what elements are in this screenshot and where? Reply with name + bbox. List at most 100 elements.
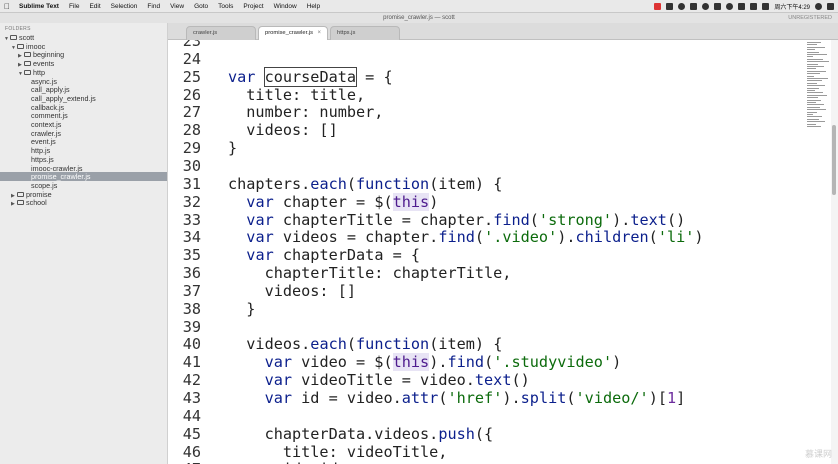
menu-goto[interactable]: Goto: [189, 3, 213, 10]
line-number: 40: [182, 335, 201, 354]
tree-file[interactable]: https.js: [0, 155, 167, 164]
menu-app-name[interactable]: Sublime Text: [14, 3, 64, 10]
minimap-line: [807, 116, 822, 118]
tree-file[interactable]: call_apply_extend.js: [0, 94, 167, 103]
minimap-line: [807, 118, 819, 120]
minimap-line: [807, 121, 825, 123]
code-editor[interactable]: 23 24 25 var courseData = {26 title: title,…: [168, 40, 799, 464]
tree-item-label: crawler.js: [31, 128, 61, 138]
registration-status: UNREGISTERED: [788, 15, 832, 21]
minimap-line: [807, 66, 824, 67]
close-icon[interactable]: ×: [317, 30, 321, 36]
tree-file[interactable]: promise_crawler.js: [0, 172, 167, 182]
line-number: 31: [182, 174, 201, 193]
tree-file[interactable]: call_apply.js: [0, 85, 167, 94]
minimap-line: [807, 75, 814, 77]
minimap-line: [807, 56, 813, 58]
scrollbar-thumb[interactable]: [832, 125, 836, 195]
menu-view[interactable]: View: [165, 3, 189, 10]
tree-file[interactable]: callback.js: [0, 103, 167, 112]
menu-project[interactable]: Project: [238, 3, 268, 10]
search-icon[interactable]: [815, 3, 822, 10]
tree-file[interactable]: comment.js: [0, 111, 167, 120]
folder-icon: [17, 191, 24, 197]
tree-item-label: https.js: [31, 154, 54, 164]
record-icon[interactable]: [654, 3, 662, 10]
line-number: 36: [182, 264, 201, 283]
battery-icon[interactable]: [750, 3, 758, 10]
volume-icon[interactable]: [738, 3, 746, 10]
tab-label: crawler.js: [193, 30, 218, 36]
menu-find[interactable]: Find: [142, 3, 165, 10]
line-number: 45: [182, 424, 201, 443]
minimap-line: [807, 82, 817, 84]
minimap[interactable]: [799, 40, 831, 130]
code-text: title: videoTitle,: [228, 442, 448, 461]
line-number: 27: [182, 103, 201, 122]
minimap-line: [807, 114, 813, 115]
code-text: id: id: [228, 460, 338, 464]
minimap-line: [807, 61, 829, 63]
tab-crawler[interactable]: crawler.js: [186, 26, 256, 40]
minimap-line: [807, 46, 825, 48]
tree-folder[interactable]: ▶ promise: [0, 190, 167, 199]
minimap-line: [807, 109, 826, 111]
line-number: 41: [182, 353, 201, 372]
menu-window[interactable]: Window: [269, 3, 302, 10]
clock[interactable]: 周六下午4:29: [774, 2, 810, 11]
menu-tools[interactable]: Tools: [213, 3, 238, 10]
apple-icon[interactable]: : [0, 2, 14, 11]
code-text: chapterData.videos.push({: [228, 424, 494, 443]
menu-edit[interactable]: Edit: [84, 3, 105, 10]
code-text: }: [228, 139, 238, 158]
folders-label: FOLDERS: [5, 26, 31, 32]
tree-folder[interactable]: ▼ http: [0, 68, 167, 77]
tree-file[interactable]: async.js: [0, 77, 167, 86]
tree-file[interactable]: crawler.js: [0, 129, 167, 138]
qq-icon[interactable]: [666, 3, 674, 10]
tree-file[interactable]: imooc-crawler.js: [0, 164, 167, 173]
tree-file[interactable]: context.js: [0, 120, 167, 129]
tree-file[interactable]: event.js: [0, 137, 167, 146]
tree-folder[interactable]: ▼ scott: [0, 33, 167, 42]
line-number: 23: [182, 40, 201, 50]
tree-file[interactable]: scope.js: [0, 181, 167, 190]
code-text: number: number,: [228, 103, 384, 122]
tab-promise-crawler[interactable]: promise_crawler.js ×: [258, 26, 328, 41]
minimap-line: [807, 80, 822, 82]
vertical-scrollbar[interactable]: [831, 40, 838, 464]
menu-file[interactable]: File: [64, 3, 84, 10]
display-icon[interactable]: [690, 3, 698, 10]
code-text: }: [228, 299, 256, 318]
time-machine-icon[interactable]: [702, 3, 710, 10]
tree-item-label: call_apply_extend.js: [31, 93, 96, 103]
menu-help[interactable]: Help: [302, 3, 325, 10]
input-method-icon[interactable]: [762, 3, 770, 10]
minimap-line: [807, 97, 818, 99]
minimap-line: [807, 63, 818, 65]
status-area: 周六下午4:29: [654, 0, 834, 13]
tree-folder[interactable]: ▼ imooc: [0, 42, 167, 51]
bluetooth-icon[interactable]: [714, 3, 722, 10]
minimap-line: [807, 99, 821, 101]
menu-selection[interactable]: Selection: [106, 3, 143, 10]
wechat-icon[interactable]: [678, 3, 686, 10]
tree-item-label: callback.js: [31, 102, 65, 112]
minimap-line: [807, 78, 828, 79]
tab-https[interactable]: https.js: [330, 26, 400, 40]
tree-folder[interactable]: ▶ events: [0, 59, 167, 68]
folder-icon: [24, 52, 31, 58]
code-text: chapters.each(function(item) {: [228, 174, 503, 193]
line-number: 24: [182, 49, 201, 68]
minimap-line: [807, 42, 821, 43]
tree-item-label: promise: [26, 189, 52, 199]
tree-file[interactable]: http.js: [0, 146, 167, 155]
tree-folder[interactable]: ▶ school: [0, 198, 167, 207]
tab-bar: crawler.js promise_crawler.js × https.js: [168, 23, 838, 41]
notification-icon[interactable]: [827, 3, 834, 10]
minimap-line: [807, 111, 817, 113]
tree-item-label: call_apply.js: [31, 85, 70, 95]
wifi-icon[interactable]: [726, 3, 734, 10]
tree-folder[interactable]: ▶ beginning: [0, 50, 167, 59]
code-text: var chapter = $(this): [246, 192, 439, 211]
